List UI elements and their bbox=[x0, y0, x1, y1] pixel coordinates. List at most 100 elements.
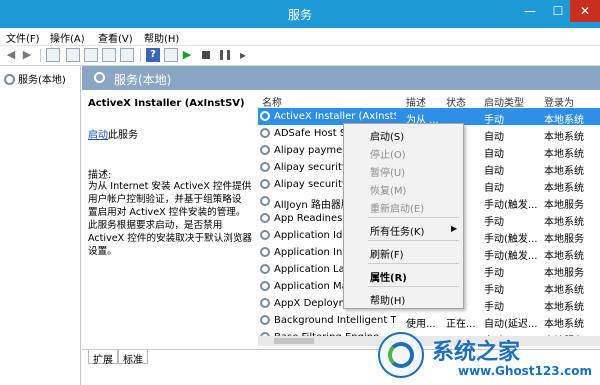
toolbar-separator bbox=[40, 49, 41, 62]
service-startup-type-cell: 自动 bbox=[484, 149, 504, 160]
refresh-icon[interactable] bbox=[84, 48, 98, 62]
table-row[interactable]: Background Intelligent T... 使用... 正在... 自动(… bbox=[258, 312, 600, 330]
maximize-button[interactable]: ☐ bbox=[544, 0, 572, 22]
back-arrow-icon[interactable]: ◀ bbox=[4, 48, 18, 62]
gear-icon bbox=[260, 162, 270, 172]
start-service-icon[interactable]: ▶ bbox=[180, 48, 194, 62]
context-separator bbox=[368, 286, 459, 287]
column-header-startup-type[interactable]: 启动类型 bbox=[484, 94, 524, 109]
service-logon-cell: 本地服务 bbox=[544, 234, 584, 245]
context-separator bbox=[368, 263, 459, 264]
gear-icon bbox=[94, 72, 105, 83]
forward-arrow-icon[interactable]: ▶ bbox=[20, 48, 34, 62]
tab-standard[interactable]: 标准 bbox=[118, 350, 148, 366]
close-button[interactable]: ✕ bbox=[570, 0, 600, 22]
new-window-icon[interactable] bbox=[120, 48, 134, 62]
chevron-right-icon: ▶ bbox=[451, 224, 458, 233]
description-label: 描述: bbox=[88, 170, 112, 181]
show-hide-console-tree-icon[interactable] bbox=[46, 48, 60, 62]
context-all-tasks[interactable]: 所有任务(K) bbox=[370, 223, 424, 238]
context-menu: 启动(S) 停止(O) 暂停(U) 恢复(M) 重新启动(E) 所有任务(K) … bbox=[343, 123, 464, 309]
service-status-cell: 正在... bbox=[446, 319, 476, 330]
gear-icon bbox=[260, 145, 270, 155]
context-refresh[interactable]: 刷新(F) bbox=[370, 246, 404, 261]
pane-header: 服务(本地) bbox=[82, 66, 600, 90]
service-startup-type-cell: 手动 bbox=[484, 217, 504, 228]
column-header-name[interactable]: 名称 bbox=[262, 94, 282, 109]
help-icon[interactable]: ? bbox=[146, 48, 160, 62]
service-startup-type-cell: 手动(触发... bbox=[484, 251, 538, 262]
properties-icon[interactable] bbox=[66, 48, 80, 62]
context-start[interactable]: 启动(S) bbox=[370, 128, 404, 143]
menu-action[interactable]: 操作(A) bbox=[50, 30, 85, 45]
column-header-status[interactable]: 状态 bbox=[446, 94, 466, 109]
service-startup-type-cell: 手动(触发... bbox=[484, 200, 538, 211]
service-logon-cell: 本地系统 bbox=[544, 183, 584, 194]
service-startup-type-cell: 手动 bbox=[484, 268, 504, 279]
restart-service-icon[interactable]: ▸ bbox=[236, 48, 250, 62]
toolbar: ◀ ▶ ? ▶ ▸ bbox=[0, 46, 600, 66]
service-logon-cell: 本地系统 bbox=[544, 302, 584, 313]
context-resume: 恢复(M) bbox=[370, 186, 407, 197]
service-startup-type-cell: 自动(延迟... bbox=[484, 319, 538, 330]
gear-icon bbox=[260, 230, 270, 240]
service-logon-cell: 本地系统 bbox=[544, 132, 584, 143]
scrollbar-thumb[interactable] bbox=[274, 338, 314, 344]
context-properties[interactable]: 属性(R) bbox=[370, 269, 407, 284]
tree-item-label: 服务(本地) bbox=[18, 75, 66, 86]
pane-title: 服务(本地) bbox=[114, 73, 172, 87]
column-header-logon-as[interactable]: 登录为 bbox=[544, 94, 574, 109]
service-logon-cell: 本地系统 bbox=[544, 149, 584, 160]
service-name-cell: Background Intelligent T... bbox=[274, 315, 396, 326]
toolbar-separator bbox=[140, 49, 141, 62]
service-startup-type-cell: 手动 bbox=[484, 302, 504, 313]
context-help[interactable]: 帮助(H) bbox=[370, 292, 405, 307]
service-startup-type-cell: 自动 bbox=[484, 183, 504, 194]
menu-file[interactable]: 文件(F) bbox=[6, 30, 40, 45]
tab-extended[interactable]: 扩展 bbox=[88, 350, 118, 366]
gear-icon bbox=[260, 179, 270, 189]
service-details: ActiveX Installer (AxInstSV) 启动此服务 描述: 为… bbox=[88, 98, 258, 257]
menu-help[interactable]: 帮助(H) bbox=[144, 30, 179, 45]
context-restart: 重新启动(E) bbox=[370, 204, 425, 215]
pause-service-icon[interactable] bbox=[220, 50, 230, 60]
title-bar: 服务 — ☐ ✕ bbox=[0, 0, 600, 28]
service-logon-cell: 本地系统 bbox=[544, 115, 584, 126]
gear-icon bbox=[260, 315, 270, 325]
minimize-button[interactable]: — bbox=[516, 0, 544, 22]
description-text: 为从 Internet 安装 ActiveX 控件提供 用户帐户控制验证，并基于… bbox=[88, 180, 258, 258]
gear-icon bbox=[260, 298, 270, 308]
context-stop: 停止(O) bbox=[370, 150, 406, 161]
gear-icon bbox=[260, 247, 270, 257]
context-separator bbox=[368, 240, 459, 241]
service-startup-type-cell: 手动 bbox=[484, 115, 504, 126]
menu-bar: 文件(F) 操作(A) 查看(V) 帮助(H) bbox=[0, 28, 600, 46]
tree-item-services-local[interactable]: 服务(本地) bbox=[4, 71, 66, 86]
gear-icon bbox=[260, 213, 270, 223]
start-service-link[interactable]: 启动 bbox=[88, 130, 108, 141]
service-startup-type-cell: 手动(触发... bbox=[484, 234, 538, 245]
menu-view[interactable]: 查看(V) bbox=[98, 30, 133, 45]
description-line: 为从 Internet 安装 ActiveX 控件提供 bbox=[88, 181, 252, 192]
gear-icon bbox=[260, 128, 270, 138]
service-logon-cell: 本地系统 bbox=[544, 166, 584, 177]
export-list-icon[interactable] bbox=[102, 48, 116, 62]
service-name-cell: ActiveX Installer (AxInstSV) bbox=[274, 111, 396, 122]
description-line: ActiveX 控件的安装取决于默认浏览器 bbox=[88, 233, 253, 244]
window-title: 服务 bbox=[287, 8, 312, 22]
description-line: 此服务根据要求启动，是否禁用 bbox=[88, 220, 223, 231]
description-line: 置启用对 ActiveX 控件安装的管理。 bbox=[88, 207, 246, 218]
stop-service-icon[interactable] bbox=[202, 51, 210, 59]
service-logon-cell: 本地服务 bbox=[544, 200, 584, 211]
description-line: 设置。 bbox=[88, 246, 117, 257]
service-logon-cell: 本地系统 bbox=[544, 319, 584, 330]
service-logon-cell: 本地服务 bbox=[544, 268, 584, 279]
gear-icon bbox=[260, 196, 270, 206]
service-logon-cell: 本地系统 bbox=[544, 251, 584, 262]
context-separator bbox=[368, 217, 459, 218]
action-pane-icon[interactable] bbox=[164, 48, 178, 62]
service-logon-cell: 本地系统 bbox=[544, 285, 584, 296]
column-header-description[interactable]: 描述 bbox=[406, 94, 426, 109]
watermark-url: www.Ghost123.com bbox=[458, 364, 593, 378]
gear-icon bbox=[4, 74, 15, 85]
